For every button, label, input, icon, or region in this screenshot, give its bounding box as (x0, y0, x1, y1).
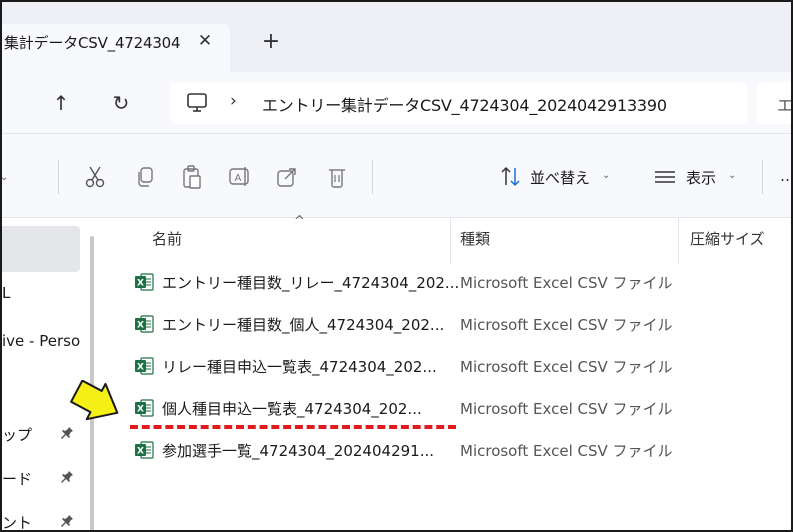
command-separator (762, 160, 763, 194)
file-type: Microsoft Excel CSV ファイル (460, 316, 673, 334)
file-name: リレー種目申込一覧表_4724304_202... (162, 358, 437, 376)
file-row[interactable]: X リレー種目申込一覧表_4724304_202... Microsoft Ex… (134, 348, 774, 388)
close-tab-icon[interactable]: ✕ (194, 30, 216, 52)
svg-text:X: X (137, 447, 144, 457)
excel-csv-icon: X (134, 440, 154, 460)
file-type: Microsoft Excel CSV ファイル (460, 442, 673, 460)
nav-item[interactable]: L (2, 284, 10, 302)
tab-strip: 集計データCSV_4724304 ✕ + (2, 2, 791, 72)
new-dropdown-chevron-icon[interactable]: ⌄ (2, 172, 8, 183)
tab-csv-folder[interactable]: 集計データCSV_4724304 ✕ (2, 24, 230, 72)
file-type: Microsoft Excel CSV ファイル (460, 400, 673, 418)
nav-item-selected[interactable] (2, 226, 80, 272)
svg-text:X: X (137, 279, 144, 289)
this-pc-icon[interactable] (186, 92, 208, 114)
search-box[interactable]: エン (757, 82, 793, 124)
svg-text:A: A (235, 173, 242, 184)
sort-button-label[interactable]: 並べ替え (530, 167, 590, 188)
file-row[interactable]: X エントリー種目数_個人_4724304_202... Microsoft E… (134, 306, 774, 346)
file-name: 参加選手一覧_4724304_202404291... (162, 442, 435, 460)
breadcrumb-chevron-icon[interactable]: › (230, 91, 237, 111)
view-dropdown-chevron-icon[interactable]: ⌄ (728, 170, 736, 181)
command-bar: ⌄ A 並べ替え ⌄ 表示 ⌄ … (2, 134, 791, 218)
svg-text:X: X (137, 321, 144, 331)
excel-csv-icon: X (134, 356, 154, 376)
rename-icon[interactable]: A (227, 164, 253, 190)
pin-icon (60, 426, 74, 444)
more-options-icon[interactable]: … (780, 167, 791, 185)
search-placeholder: エン (777, 96, 793, 115)
cut-icon[interactable] (82, 164, 108, 190)
nav-item-desktop[interactable]: ップ (2, 424, 32, 445)
nav-item-documents[interactable]: ント (2, 512, 32, 530)
nav-item-downloads[interactable]: ード (2, 468, 32, 489)
up-arrow-icon[interactable]: ↑ (48, 90, 74, 116)
file-row[interactable]: X 参加選手一覧_4724304_202404291... Microsoft … (134, 432, 774, 472)
new-tab-button[interactable]: + (259, 30, 283, 54)
excel-csv-icon: X (134, 314, 154, 334)
excel-csv-icon: X (134, 272, 154, 292)
nav-item-onedrive[interactable]: ive - Perso (2, 332, 80, 350)
sort-dropdown-chevron-icon[interactable]: ⌄ (602, 170, 610, 181)
breadcrumb-current-folder[interactable]: エントリー集計データCSV_4724304_2024042913390 (262, 92, 667, 116)
delete-icon[interactable] (324, 164, 350, 190)
share-icon[interactable] (274, 164, 300, 190)
red-dashed-underline (130, 425, 456, 429)
copy-icon[interactable] (132, 164, 158, 190)
svg-text:X: X (137, 363, 144, 373)
file-name: 個人種目申込一覧表_4724304_202... (162, 400, 422, 418)
file-explorer-window: 集計データCSV_4724304 ✕ + ↑ ↻ › エントリー集計データCSV… (0, 0, 793, 532)
column-header-compressed-size[interactable]: 圧縮サイズ (690, 228, 765, 249)
pin-icon (60, 470, 74, 488)
sort-caret-icon: ^ (294, 214, 305, 229)
file-type: Microsoft Excel CSV ファイル (460, 358, 673, 376)
refresh-icon[interactable]: ↻ (108, 90, 134, 116)
command-separator (372, 160, 373, 194)
tab-title: 集計データCSV_4724304 (4, 34, 181, 52)
paste-icon[interactable] (179, 164, 205, 190)
command-separator (58, 160, 59, 194)
column-header-type[interactable]: 種類 (460, 228, 490, 249)
column-divider[interactable] (678, 218, 679, 264)
pin-icon (60, 514, 74, 530)
navigation-bar: ↑ ↻ › エントリー集計データCSV_4724304_202404291339… (2, 72, 793, 134)
address-bar[interactable]: › エントリー集計データCSV_4724304_2024042913390 (170, 82, 747, 124)
view-button-label[interactable]: 表示 (686, 167, 716, 188)
file-name: エントリー種目数_リレー_4724304_202... (162, 274, 460, 292)
sort-icon[interactable] (498, 164, 524, 190)
file-row-highlighted[interactable]: X 個人種目申込一覧表_4724304_202... Microsoft Exc… (134, 390, 774, 430)
column-header-name[interactable]: 名前 (152, 228, 182, 249)
file-type: Microsoft Excel CSV ファイル (460, 274, 673, 292)
file-name: エントリー種目数_個人_4724304_202... (162, 316, 445, 334)
excel-csv-icon: X (134, 398, 154, 418)
navigation-pane: L ive - Perso ップ ード ント (2, 218, 98, 530)
file-row[interactable]: X エントリー種目数_リレー_4724304_202... Microsoft … (134, 264, 774, 304)
column-divider[interactable] (450, 218, 451, 264)
file-list: 名前 ^ 種類 圧縮サイズ X エントリー種目数_リレー_4724304_202… (98, 214, 791, 530)
svg-text:X: X (137, 405, 144, 415)
yellow-pointer-arrow-icon (70, 379, 124, 424)
view-icon[interactable] (652, 164, 678, 190)
